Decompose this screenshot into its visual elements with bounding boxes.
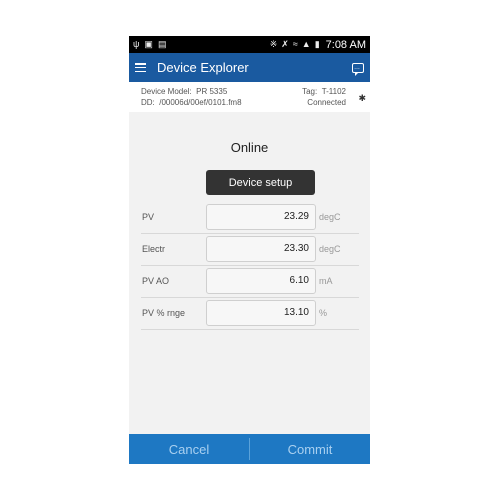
- signal-icon: ▲: [301, 39, 311, 49]
- device-tag: Tag: T-1102: [302, 87, 346, 96]
- app-title: Device Explorer: [157, 60, 249, 75]
- value-field[interactable]: 23.29: [206, 204, 316, 230]
- menu-icon[interactable]: [135, 63, 146, 72]
- row-unit: degC: [319, 244, 341, 254]
- status-bar: ψ ▣ ▤ ※ ✗ ≈ ▲ ▮ 7:08 AM: [129, 36, 370, 53]
- commit-button[interactable]: Commit: [250, 434, 370, 464]
- row-unit: degC: [319, 212, 341, 222]
- usb-icon: ψ: [133, 39, 140, 49]
- doc-icon: ▤: [157, 39, 167, 49]
- row-label: PV % rnge: [142, 308, 186, 318]
- value-row: Electr 23.30 degC: [141, 234, 359, 266]
- row-label: PV AO: [142, 276, 170, 286]
- value-field[interactable]: 13.10: [206, 300, 316, 326]
- value-field[interactable]: 23.30: [206, 236, 316, 262]
- mute-icon: ✗: [281, 39, 289, 49]
- value-field[interactable]: 6.10: [206, 268, 316, 294]
- row-label: PV: [142, 212, 155, 222]
- wifi-icon: ≈: [292, 39, 298, 49]
- device-model: Device Model: PR 5335: [141, 87, 228, 96]
- value-row: PV AO 6.10 mA: [141, 266, 359, 298]
- value-row: PV 23.29 degC: [141, 202, 359, 234]
- row-label: Electr: [142, 244, 166, 254]
- value-row: PV % rnge 13.10 %: [141, 298, 359, 330]
- phone-screen: ψ ▣ ▤ ※ ✗ ≈ ▲ ▮ 7:08 AM Device Explorer …: [129, 36, 370, 464]
- row-unit: %: [319, 308, 328, 318]
- connection-status: Connected: [307, 98, 346, 107]
- status-time: 7:08 AM: [325, 38, 366, 51]
- main-content: Online Device setup PV 23.29 degC Electr…: [129, 112, 370, 434]
- cancel-button[interactable]: Cancel: [129, 434, 249, 464]
- device-dd: DD: /00006d/00ef/0101.fm8: [141, 98, 242, 107]
- status-heading: Online: [230, 140, 269, 155]
- device-setup-button[interactable]: Device setup: [206, 170, 315, 195]
- app-bar: Device Explorer …: [129, 53, 370, 82]
- battery-icon: ▮: [314, 39, 320, 49]
- message-icon[interactable]: …: [352, 62, 364, 76]
- bluetooth-icon: ※: [269, 39, 278, 49]
- action-bar: Cancel Commit: [129, 434, 370, 464]
- bluetooth-icon: ✱: [358, 93, 366, 103]
- row-unit: mA: [319, 276, 333, 286]
- device-info-bar: Device Model: PR 5335 Tag: T-1102 DD: /0…: [129, 82, 370, 112]
- image-icon: ▣: [144, 39, 153, 49]
